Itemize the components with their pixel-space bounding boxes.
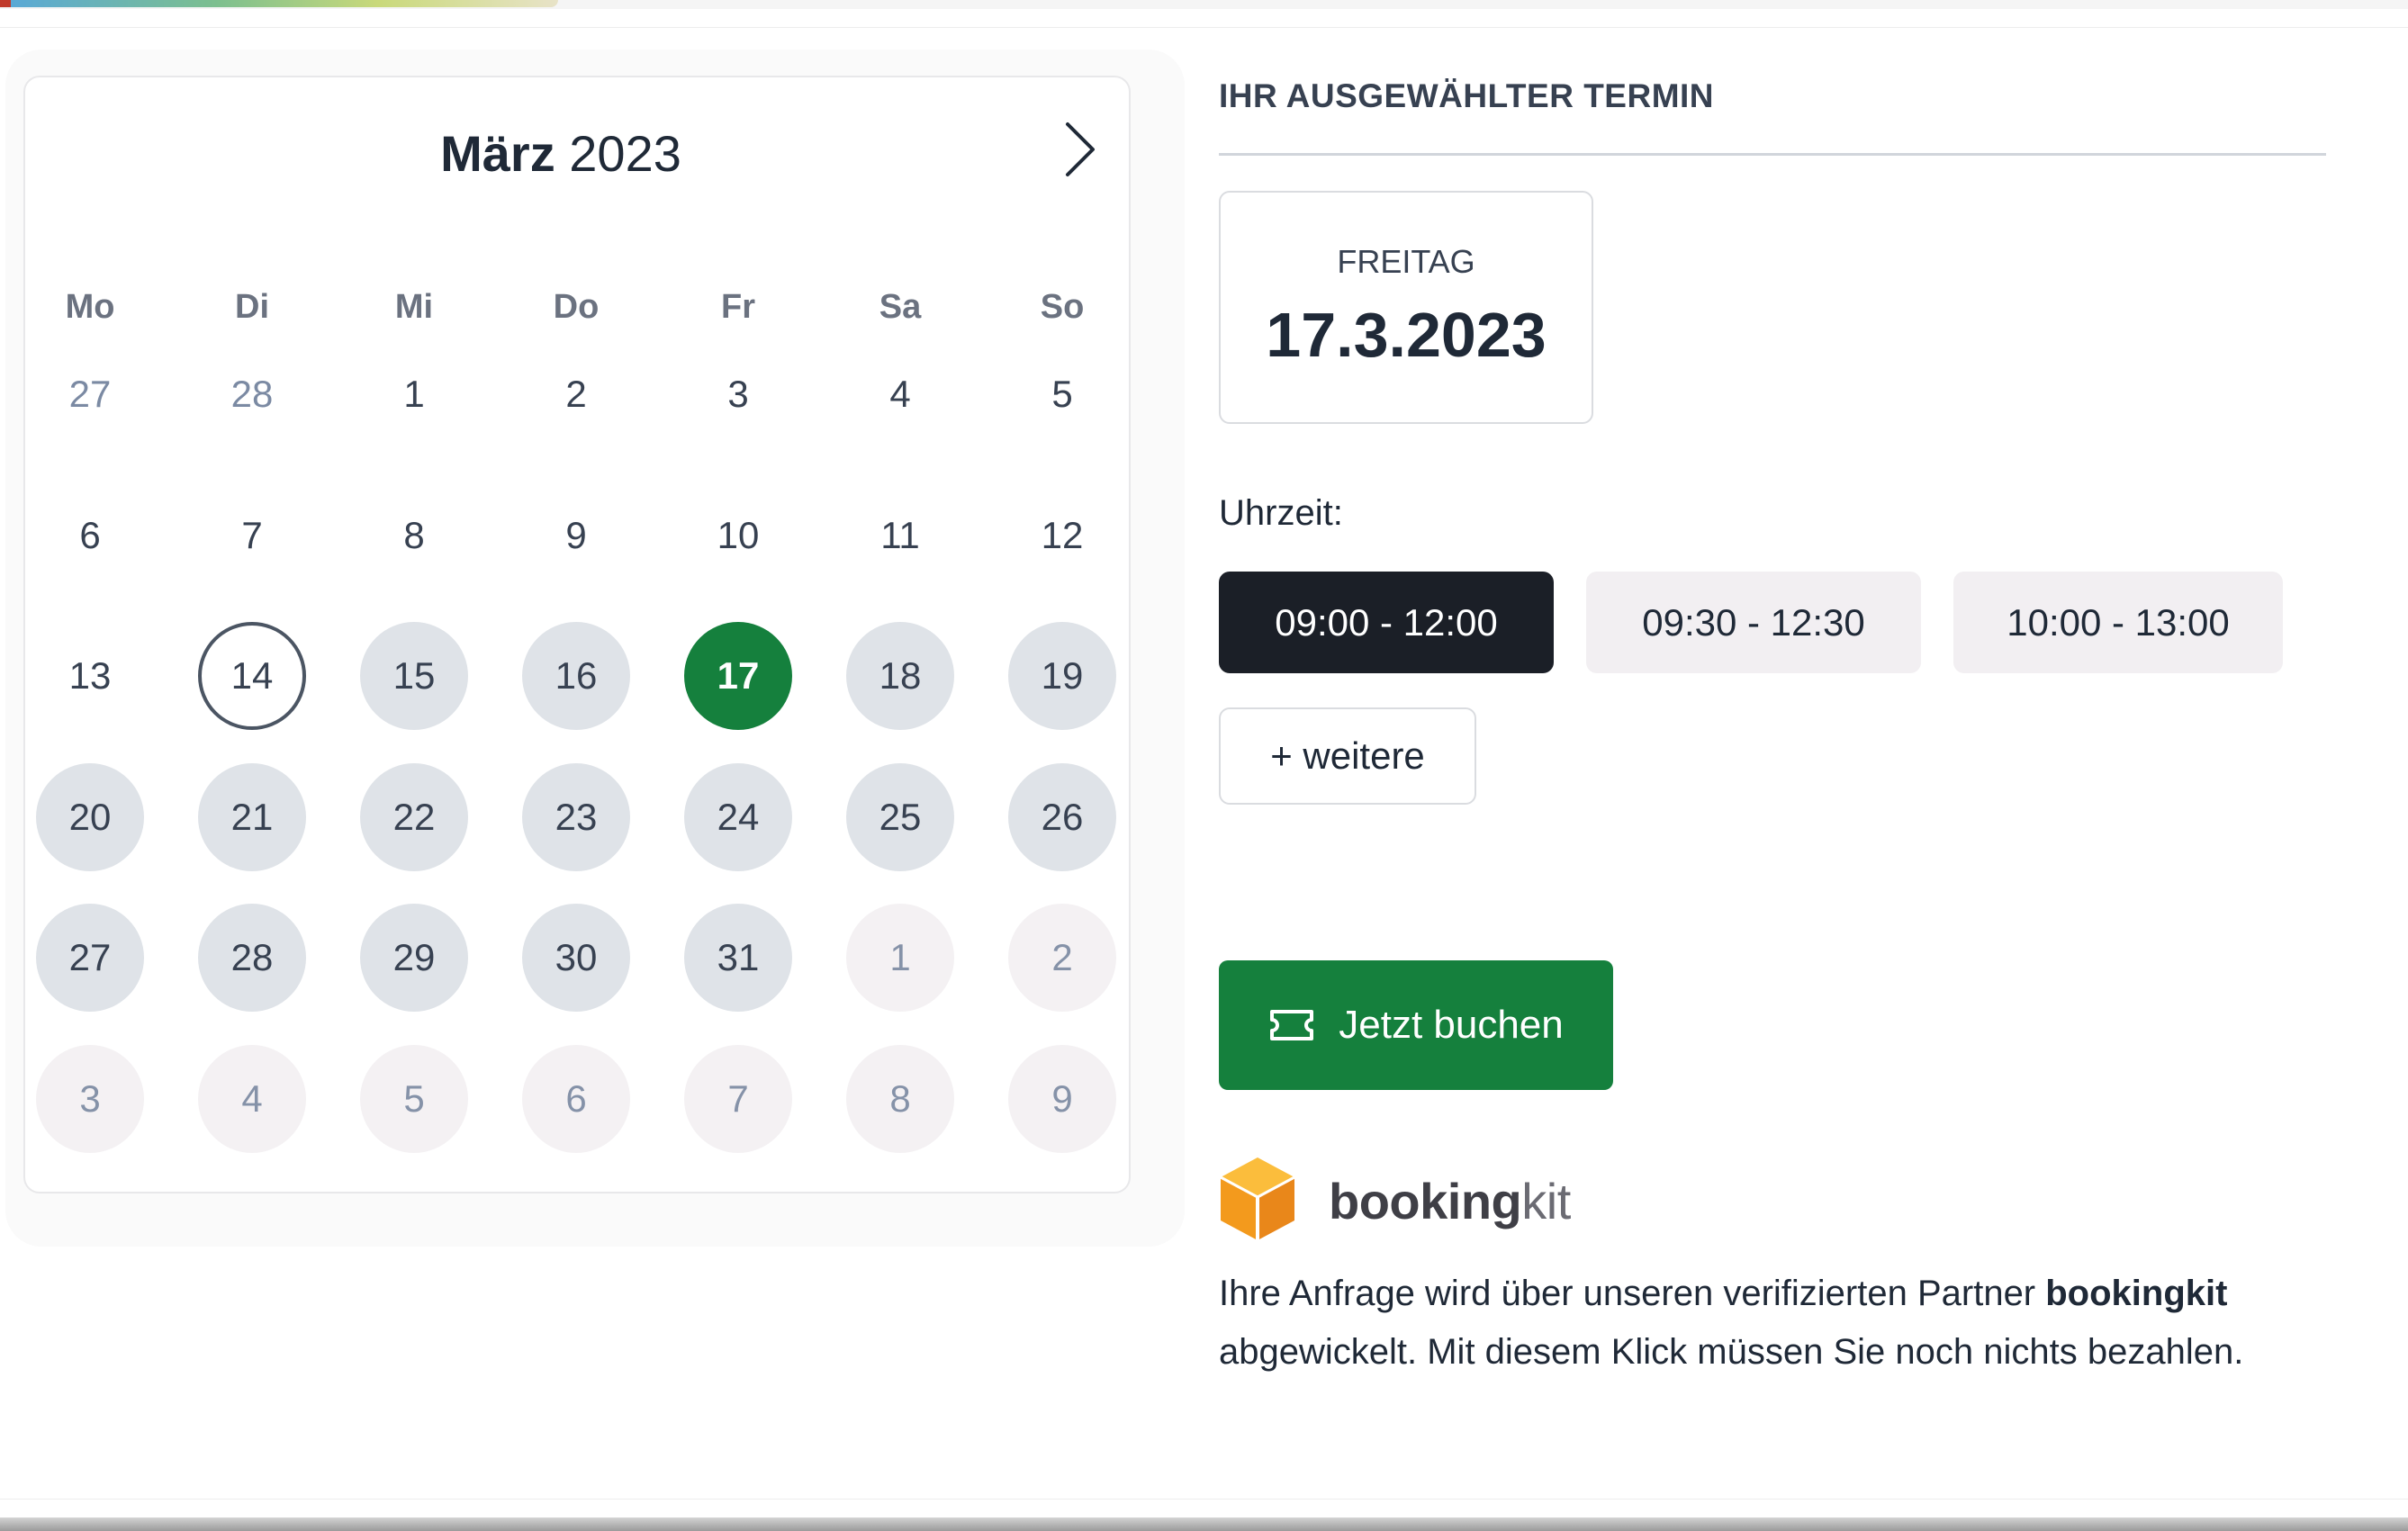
chevron-right-icon [1066,122,1095,176]
calendar-day-faded: 3 [36,1045,144,1153]
partner-name: bookingkit [2045,1274,2228,1313]
weekday-label: Di [235,288,269,326]
calendar-day-faded: 5 [360,1045,468,1153]
calendar-day-avail[interactable]: 15 [360,622,468,730]
time-slot-0930[interactable]: 09:30 - 12:30 [1586,572,1921,673]
calendar-day-avail[interactable]: 19 [1008,622,1116,730]
calendar: März 2023 Mo Di Mi Do Fr Sa So 27 28 1 2 3 4 5 6 7 8 9 10… [23,76,1131,1193]
calendar-day-faded: 2 [1008,904,1116,1012]
calendar-day-plain: 12 [1041,514,1084,556]
bottom-bar [0,1517,2408,1531]
calendar-day-other: 28 [230,373,274,415]
calendar-day-faded: 7 [684,1045,792,1153]
calendar-day-avail[interactable]: 31 [684,904,792,1012]
weekday-header: Mo Di Mi Do Fr Sa So [25,280,1132,334]
calendar-day-plain: 6 [79,514,101,556]
partner-info-suffix: abgewickelt. Mit diesem Klick müssen Sie… [1219,1332,2244,1372]
calendar-day-avail[interactable]: 23 [522,763,630,871]
calendar-day-today[interactable]: 14 [198,622,306,730]
calendar-day-avail[interactable]: 28 [198,904,306,1012]
next-month-button[interactable] [1051,118,1109,181]
calendar-day-avail[interactable]: 30 [522,904,630,1012]
top-strip [0,0,2408,9]
calendar-day-avail[interactable]: 21 [198,763,306,871]
calendar-day-plain: 8 [403,514,425,556]
time-slot-0900[interactable]: 09:00 - 12:00 [1219,572,1554,673]
book-now-label: Jetzt buchen [1339,1003,1564,1047]
calendar-day-avail[interactable]: 29 [360,904,468,1012]
weekday-label: Fr [721,288,755,326]
calendar-day-faded: 1 [846,904,954,1012]
top-divider [0,27,2408,28]
calendar-day-faded: 4 [198,1045,306,1153]
selected-appointment-heading: IHR AUSGEWÄHLTER TERMIN [1219,77,1715,114]
calendar-day-avail[interactable]: 26 [1008,763,1116,871]
weekday-label: Do [553,288,600,326]
ticket-icon [1268,1009,1315,1041]
calendar-day-plain: 11 [880,514,920,556]
selected-weekday: FREITAG [1337,243,1475,280]
brand-accent-bar [0,0,558,7]
bookingkit-logo-text: bookingkit [1329,1173,1571,1229]
calendar-day-selected[interactable]: 17 [684,622,792,730]
calendar-day-avail[interactable]: 18 [846,622,954,730]
calendar-day-avail[interactable]: 16 [522,622,630,730]
partner-info-prefix: Ihre Anfrage wird über unseren verifizie… [1219,1274,2046,1313]
selected-date-card: FREITAG 17.3.2023 [1219,191,1593,424]
calendar-day-avail[interactable]: 27 [36,904,144,1012]
book-now-button[interactable]: Jetzt buchen [1219,960,1613,1090]
calendar-day-plain: 13 [68,654,112,697]
calendar-day-faded: 9 [1008,1045,1116,1153]
time-slot-1000[interactable]: 10:00 - 13:00 [1953,572,2283,673]
selected-date: 17.3.2023 [1266,300,1547,370]
calendar-day-plain: 4 [889,373,911,415]
weekday-label: Sa [879,288,922,326]
weekday-label: Mi [394,288,434,326]
weekday-label: So [1040,288,1085,326]
calendar-day-plain: 1 [403,373,425,415]
calendar-day-avail[interactable]: 25 [846,763,954,871]
more-slots-button[interactable]: + weitere [1219,707,1476,805]
calendar-day-plain: 9 [565,514,587,556]
calendar-year: 2023 [569,125,681,182]
calendar-day-plain: 5 [1051,373,1073,415]
calendar-day-faded: 8 [846,1045,954,1153]
calendar-day-plain: 2 [565,373,587,415]
calendar-month-title: März 2023 [25,122,1096,185]
calendar-day-avail[interactable]: 20 [36,763,144,871]
calendar-day-other: 27 [68,373,112,415]
calendar-day-avail[interactable]: 22 [360,763,468,871]
calendar-day-plain: 10 [717,514,760,556]
calendar-month: März [440,125,555,182]
heading-divider [1219,153,2326,156]
calendar-day-avail[interactable]: 24 [684,763,792,871]
calendar-day-plain: 3 [727,373,749,415]
partner-info-text: Ihre Anfrage wird über unseren verifizie… [1219,1265,2344,1382]
weekday-label: Mo [65,288,115,326]
calendar-day-faded: 6 [522,1045,630,1153]
calendar-day-plain: 7 [241,514,263,556]
time-label: Uhrzeit: [1219,493,1343,533]
bookingkit-logo-icon [1220,1157,1295,1240]
